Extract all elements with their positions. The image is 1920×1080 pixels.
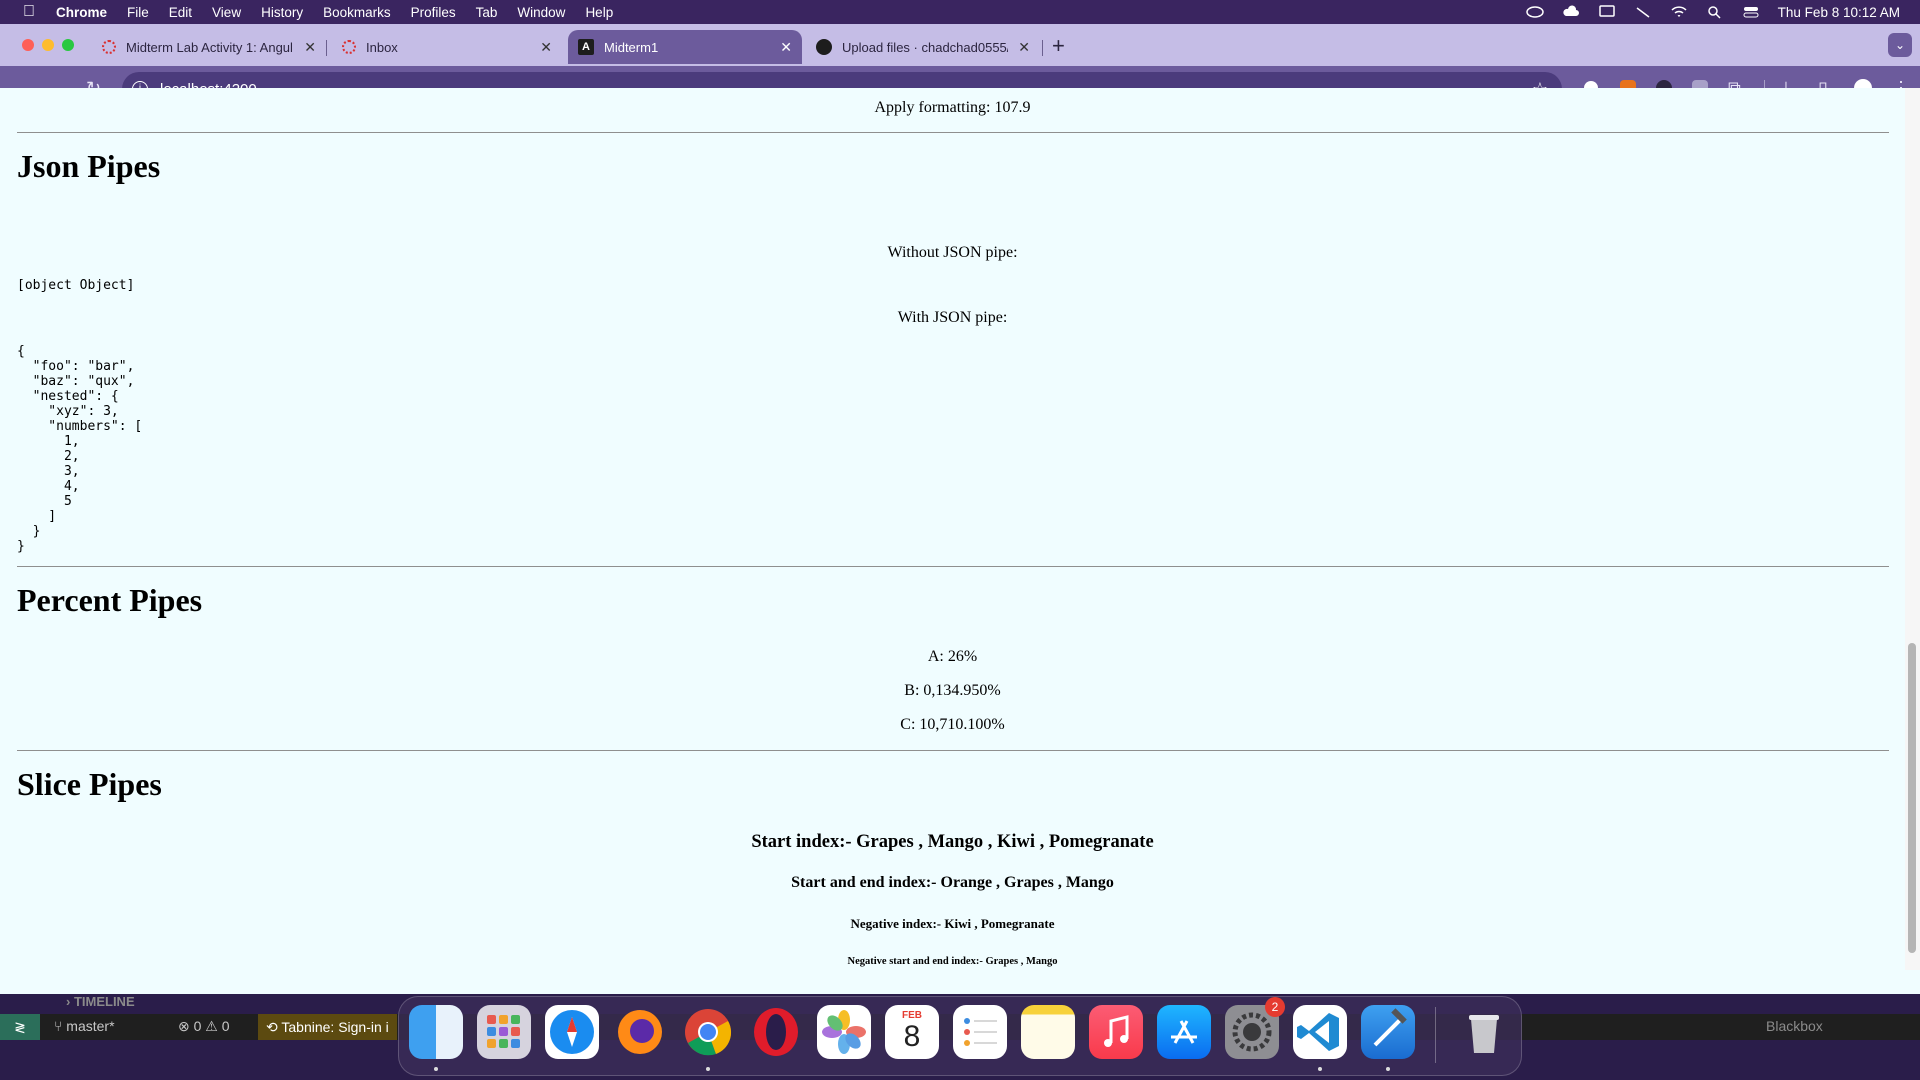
json-output: { "foo": "bar", "baz": "qux", "nested": …: [17, 344, 143, 554]
menubar-clock[interactable]: Thu Feb 8 10:12 AM: [1778, 5, 1900, 20]
close-tab-icon[interactable]: ✕: [1018, 39, 1030, 56]
chrome-icon[interactable]: [681, 1005, 735, 1059]
close-window-button[interactable]: [22, 39, 34, 51]
without-json-label: Without JSON pipe:: [887, 244, 1018, 261]
problems-text: 0 ⚠ 0: [193, 1018, 230, 1034]
tab-title: Upload files · chadchad0555/: [842, 39, 1008, 55]
menu-help[interactable]: Help: [585, 5, 613, 20]
system-settings-icon[interactable]: 2: [1225, 997, 1285, 1059]
photos-icon[interactable]: [817, 1005, 871, 1059]
tab-midterm-lab[interactable]: Midterm Lab Activity 1: Angul ✕: [86, 30, 326, 64]
angular-favicon-icon: A: [578, 39, 594, 55]
tab-strip: Midterm Lab Activity 1: Angul ✕ Inbox ✕ …: [0, 24, 1920, 66]
section-divider: [17, 132, 1889, 133]
app-store-icon[interactable]: [1157, 1005, 1211, 1059]
running-indicator: [434, 1067, 438, 1071]
apple-menu-icon[interactable]: : [18, 3, 40, 21]
menu-tab[interactable]: Tab: [476, 5, 498, 20]
git-branch-item[interactable]: ⑂ master*: [54, 1018, 115, 1034]
timeline-text: TIMELINE: [73, 994, 135, 1009]
firefox-icon[interactable]: [613, 1005, 667, 1059]
xcode-icon[interactable]: [1361, 1005, 1415, 1059]
tabnine-text: Tabnine: Sign-in i: [281, 1019, 389, 1035]
focus-muted-icon[interactable]: [1634, 5, 1652, 19]
music-icon[interactable]: [1089, 1005, 1143, 1059]
close-tab-icon[interactable]: ✕: [540, 39, 552, 56]
tab-midterm1[interactable]: A Midterm1 ✕: [568, 30, 802, 64]
tab-title: Inbox: [366, 39, 398, 55]
slice-start-index-heading: Start index:- Grapes , Mango , Kiwi , Po…: [751, 832, 1154, 852]
section-divider: [17, 750, 1889, 751]
screen-mirroring-icon[interactable]: [1598, 5, 1616, 19]
menu-bookmarks[interactable]: Bookmarks: [323, 5, 391, 20]
slice-negative-index-heading: Negative index:- Kiwi , Pomegranate: [850, 916, 1055, 931]
vscode-icon[interactable]: [1293, 1005, 1347, 1059]
macos-menubar:  Chrome File Edit View History Bookmark…: [0, 0, 1920, 24]
settings-badge: 2: [1265, 997, 1285, 1017]
vscode-timeline-label[interactable]: › TIMELINE: [66, 994, 135, 1009]
slice-negative-start-end-heading: Negative start and end index:- Grapes , …: [847, 956, 1058, 967]
close-tab-icon[interactable]: ✕: [304, 39, 316, 56]
tab-inbox[interactable]: Inbox ✕: [326, 30, 562, 64]
page-scrollbar[interactable]: [1905, 88, 1920, 970]
remote-indicator-icon[interactable]: ≷: [0, 1014, 40, 1040]
calendar-icon[interactable]: FEB 8: [885, 1005, 939, 1059]
tab-title: Midterm Lab Activity 1: Angul: [126, 39, 293, 55]
running-indicator: [706, 1067, 710, 1071]
tab-title: Midterm1: [604, 39, 659, 55]
control-center-icon[interactable]: [1742, 5, 1760, 19]
finder-icon[interactable]: [409, 1005, 463, 1059]
json-pipes-heading: Json Pipes: [17, 148, 161, 184]
menu-app-chrome[interactable]: Chrome: [56, 5, 107, 20]
spotlight-search-icon[interactable]: [1706, 5, 1724, 19]
reminders-icon[interactable]: [953, 1005, 1007, 1059]
with-json-label: With JSON pipe:: [897, 309, 1008, 326]
github-favicon-icon: [816, 39, 832, 55]
tab-search-button[interactable]: ⌄: [1888, 33, 1912, 57]
problems-item[interactable]: ⊗ 0 ⚠ 0: [178, 1018, 230, 1035]
menu-profiles[interactable]: Profiles: [411, 5, 456, 20]
percent-a-text: A: 26%: [927, 648, 978, 665]
menu-edit[interactable]: Edit: [169, 5, 192, 20]
launchpad-icon[interactable]: [477, 1005, 531, 1059]
tab-upload-files[interactable]: Upload files · chadchad0555/ ✕: [808, 30, 1040, 64]
opera-icon[interactable]: [749, 1005, 803, 1059]
creative-cloud-icon[interactable]: [1525, 5, 1544, 19]
section-divider: [17, 566, 1889, 567]
loading-favicon-icon: [102, 40, 116, 54]
page-content: Apply formatting: 107.9 Json Pipes Witho…: [0, 88, 1905, 970]
menu-window[interactable]: Window: [517, 5, 565, 20]
git-branch-text: master*: [66, 1018, 115, 1034]
zoom-window-button[interactable]: [62, 39, 74, 51]
safari-icon[interactable]: [545, 1005, 599, 1059]
notes-icon[interactable]: [1021, 1005, 1075, 1059]
apply-formatting-text: Apply formatting: 107.9: [874, 99, 1031, 116]
tabnine-status-item[interactable]: ⟲ Tabnine: Sign-in i: [258, 1014, 397, 1040]
percent-c-text: C: 10,710.100%: [900, 716, 1005, 733]
running-indicator: [1318, 1067, 1322, 1071]
wifi-icon[interactable]: [1670, 5, 1688, 19]
menu-file[interactable]: File: [127, 5, 149, 20]
blackbox-status-item[interactable]: Blackbox: [1766, 1018, 1823, 1034]
loading-favicon-icon: [342, 40, 356, 54]
macos-dock: FEB 8 2: [398, 996, 1522, 1076]
object-object-text: [object Object]: [17, 278, 135, 293]
scrollbar-thumb[interactable]: [1908, 643, 1916, 953]
menu-view[interactable]: View: [212, 5, 241, 20]
minimize-window-button[interactable]: [42, 39, 54, 51]
menubar-status-area: Thu Feb 8 10:12 AM: [1525, 0, 1900, 24]
slice-pipes-heading: Slice Pipes: [17, 766, 162, 802]
cloud-sync-icon[interactable]: [1562, 5, 1580, 19]
running-indicator: [1386, 1067, 1390, 1071]
close-tab-icon[interactable]: ✕: [780, 39, 792, 56]
percent-pipes-heading: Percent Pipes: [17, 582, 203, 618]
calendar-day: 8: [903, 1020, 921, 1053]
slice-start-end-heading: Start and end index:- Orange , Grapes , …: [791, 874, 1114, 891]
new-tab-button[interactable]: +: [1052, 33, 1065, 59]
menu-history[interactable]: History: [261, 5, 303, 20]
trash-icon[interactable]: [1457, 1005, 1511, 1059]
percent-b-text: B: 0,134.950%: [904, 682, 1001, 699]
